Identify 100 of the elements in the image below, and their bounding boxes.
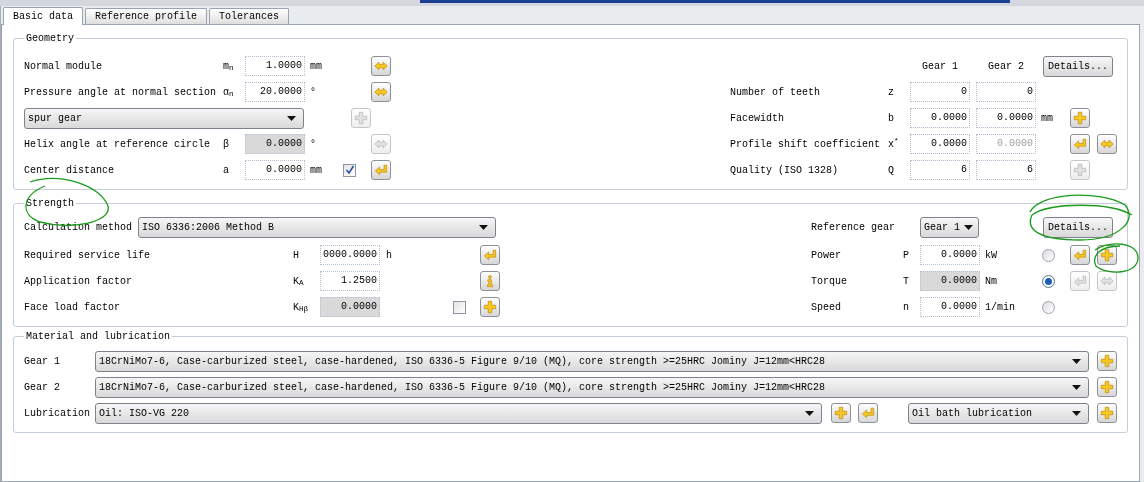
symbol-label: x$^{*}$ [888, 136, 900, 152]
field-label: Quality (ISO 1328) [730, 163, 840, 178]
tab[interactable]: Basic data [3, 7, 83, 25]
field-label: Center distance [24, 163, 115, 178]
return-arrow-icon [861, 406, 875, 420]
plus-icon [1100, 406, 1114, 420]
tab[interactable]: Reference profile [85, 8, 208, 24]
number-field[interactable]: 0.0000 [320, 297, 380, 317]
unit-label: mm [310, 59, 322, 74]
return-arrow-icon [1073, 137, 1087, 151]
plus-icon [1100, 248, 1114, 262]
field-label: Lubrication [24, 406, 91, 421]
double-arrow-icon [1100, 274, 1114, 288]
dropdown[interactable]: ISO 6336:2006 Method B [138, 216, 496, 238]
dropdown[interactable]: Oil: ISO-VG 220 [95, 402, 822, 424]
symbol-label: n [903, 300, 910, 315]
symbol-label: Q [888, 163, 895, 178]
number-field[interactable]: 0.0000 [245, 134, 305, 154]
dropdown[interactable]: 18CrNiMo7-6, Case-carburized steel, case-hardened, ISO 6336-5 Figure 9/10 (MQ), core strength >=25HRC Jominy J=12mm<HRC28 [95, 350, 1089, 372]
symbol-label: β [223, 137, 230, 152]
number-field[interactable]: 6 [910, 160, 970, 180]
add-button[interactable] [831, 403, 851, 423]
unit-label: mm [1041, 111, 1053, 126]
number-field[interactable]: 0.0000 [976, 108, 1036, 128]
field-label: Profile shift coefficient [730, 137, 882, 152]
unit-label: kW [985, 248, 997, 263]
enter-button[interactable] [480, 245, 500, 265]
number-field[interactable]: 0.0000 [920, 245, 980, 265]
details-button[interactable]: Details... [1043, 55, 1113, 77]
number-field[interactable]: 0.0000 [920, 271, 980, 291]
field-label: Reference gear [811, 220, 896, 235]
number-field[interactable]: 6 [976, 160, 1036, 180]
enter-button[interactable] [371, 160, 391, 180]
add-button[interactable] [1097, 245, 1117, 265]
double-arrow-icon [374, 59, 388, 73]
add-button[interactable] [1097, 351, 1117, 371]
field-label: Application factor [24, 274, 134, 289]
details-button[interactable]: Details... [1043, 216, 1113, 238]
enter-button[interactable] [858, 403, 878, 423]
number-field[interactable]: 0.0000 [245, 160, 305, 180]
column-header: Gear 2 [988, 59, 1024, 74]
field-label: Number of teeth [730, 85, 821, 100]
radio-button[interactable] [1042, 300, 1055, 314]
swap-button[interactable] [1097, 134, 1117, 154]
plus-icon [834, 406, 848, 420]
caret-icon [1072, 384, 1081, 390]
unit-label: ° [310, 85, 316, 100]
number-field[interactable]: 0.0000 [910, 134, 970, 154]
number-field[interactable]: 0 [910, 82, 970, 102]
field-label: Helix angle at reference circle [24, 137, 212, 152]
radio-button[interactable] [1042, 274, 1055, 288]
dropdown[interactable]: Gear 1 [920, 216, 979, 238]
field-label: Face load factor [24, 300, 121, 315]
plus-icon [1073, 163, 1087, 177]
double-arrow-icon [1100, 137, 1114, 151]
field-label: Speed [811, 300, 842, 315]
unit-label: 1/min [985, 300, 1015, 315]
number-field[interactable]: 1.0000 [245, 56, 305, 76]
return-arrow-icon [1073, 274, 1087, 288]
dropdown[interactable]: Oil bath lubrication [908, 402, 1089, 424]
dropdown[interactable]: spur gear [24, 107, 304, 129]
symbol-label: z [888, 85, 895, 100]
group-title: Geometry [25, 32, 75, 46]
plus-icon [1073, 111, 1087, 125]
field-label: Gear 2 [24, 380, 61, 395]
tab[interactable]: Tolerances [209, 8, 290, 24]
symbol-label: a [223, 163, 230, 178]
checkbox[interactable] [453, 300, 466, 314]
enter-button[interactable] [1070, 134, 1090, 154]
field-label: Facewidth [730, 111, 785, 126]
column-header: Gear 1 [922, 59, 958, 74]
group-title: Strength [25, 197, 75, 211]
swap-button[interactable] [371, 56, 391, 76]
number-field[interactable]: 1.2500 [320, 271, 380, 291]
checkbox[interactable] [343, 163, 356, 177]
field-label: Calculation method [24, 220, 134, 235]
number-field[interactable]: 0000.0000 [320, 245, 380, 265]
add-button[interactable] [1097, 403, 1117, 423]
info-button[interactable] [480, 271, 500, 291]
number-field[interactable]: 0.0000 [920, 297, 980, 317]
radio-button[interactable] [1042, 248, 1055, 262]
number-field[interactable]: 0 [976, 82, 1036, 102]
number-field[interactable]: 20.0000 [245, 82, 305, 102]
dropdown[interactable]: 18CrNiMo7-6, Case-carburized steel, case-hardened, ISO 6336-5 Figure 9/10 (MQ), core strength >=25HRC Jominy J=12mm<HRC28 [95, 376, 1089, 398]
caret-icon [287, 115, 296, 121]
add-button[interactable] [480, 297, 500, 317]
return-arrow-icon [483, 248, 497, 262]
symbol-label: m$_{n}$ [223, 59, 235, 74]
plus-icon [1100, 354, 1114, 368]
swap-button[interactable] [371, 82, 391, 102]
return-arrow-icon [1073, 248, 1087, 262]
enter-button[interactable] [1070, 245, 1090, 265]
number-field[interactable]: 0.0000 [910, 108, 970, 128]
add-button[interactable] [1070, 108, 1090, 128]
add-button[interactable] [1097, 377, 1117, 397]
caret-icon [805, 410, 814, 416]
field-label: Normal module [24, 59, 103, 74]
group-title: Material and lubrication [25, 330, 172, 344]
symbol-label: H [293, 248, 300, 263]
symbol-label: K$_{A}$ [293, 274, 305, 289]
